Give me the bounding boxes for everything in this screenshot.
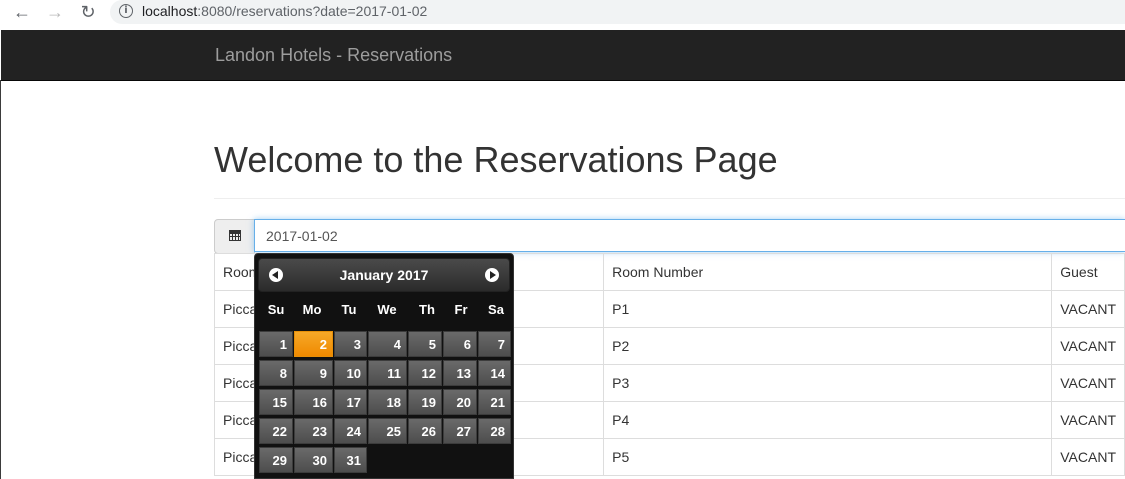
date-input[interactable] (254, 219, 1125, 252)
window-edge (0, 80, 1, 479)
datepicker-day[interactable]: 24 (334, 418, 367, 444)
guest-cell: VACANT (1051, 438, 1125, 476)
info-icon[interactable]: i (119, 4, 133, 18)
datepicker-day[interactable]: 7 (478, 331, 511, 357)
address-bar[interactable]: i localhost:8080/reservations?date=2017-… (110, 0, 1125, 24)
room-number-cell: P5 (603, 438, 1053, 476)
datepicker-day[interactable]: 6 (443, 331, 477, 357)
browser-toolbar: ← → ↻ i localhost:8080/reservations?date… (0, 0, 1125, 30)
datepicker-day[interactable]: 22 (259, 418, 293, 444)
url-path: :8080/reservations?date=2017-01-02 (197, 3, 428, 19)
datepicker-day[interactable]: 11 (368, 360, 407, 386)
datepicker-day[interactable]: 25 (368, 418, 407, 444)
datepicker-day[interactable]: 17 (334, 389, 367, 415)
column-header-guest: Guest (1051, 253, 1125, 291)
datepicker-day[interactable]: 20 (443, 389, 477, 415)
datepicker-day[interactable]: 5 (408, 331, 442, 357)
room-number-cell: P1 (603, 290, 1053, 328)
column-header-room-number: Room Number (603, 253, 1053, 291)
datepicker-day[interactable]: 10 (334, 360, 367, 386)
datepicker-day[interactable]: 31 (334, 447, 367, 473)
room-number-cell: P2 (603, 327, 1053, 365)
url-host: localhost (142, 3, 198, 19)
datepicker-day[interactable]: 13 (443, 360, 477, 386)
datepicker-day[interactable]: 3 (334, 331, 367, 357)
datepicker-day[interactable]: 16 (294, 389, 333, 415)
guest-cell: VACANT (1051, 364, 1125, 402)
datepicker-day-selected[interactable]: 2 (294, 331, 333, 357)
datepicker-day[interactable]: 9 (294, 360, 333, 386)
datepicker-day[interactable]: 8 (259, 360, 293, 386)
page-title: Welcome to the Reservations Page (214, 139, 778, 180)
datepicker-day[interactable]: 28 (478, 418, 511, 444)
navbar-brand[interactable]: Landon Hotels - Reservations (215, 45, 452, 66)
calendar-addon[interactable] (214, 219, 255, 254)
datepicker-day[interactable]: 29 (259, 447, 293, 473)
datepicker-day[interactable]: 23 (294, 418, 333, 444)
back-arrow-icon[interactable]: ← (10, 0, 34, 24)
datepicker-day[interactable]: 30 (294, 447, 333, 473)
datepicker-day[interactable]: 21 (478, 389, 511, 415)
datepicker-day[interactable]: 18 (368, 389, 407, 415)
forward-arrow-icon[interactable]: → (43, 0, 67, 24)
datepicker-day[interactable]: 4 (368, 331, 407, 357)
room-number-cell: P3 (603, 364, 1053, 402)
datepicker-day[interactable]: 14 (478, 360, 511, 386)
reload-icon[interactable]: ↻ (76, 0, 100, 24)
datepicker-day[interactable]: 12 (408, 360, 442, 386)
navbar: Landon Hotels - Reservations (1, 30, 1125, 81)
guest-cell: VACANT (1051, 401, 1125, 439)
calendar-icon[interactable] (228, 230, 241, 241)
datepicker-day[interactable]: 15 (259, 389, 293, 415)
datepicker-day[interactable]: 26 (408, 418, 442, 444)
room-number-cell: P4 (603, 401, 1053, 439)
guest-cell: VACANT (1051, 327, 1125, 365)
datepicker-day[interactable]: 1 (259, 331, 293, 357)
url-text[interactable]: localhost:8080/reservations?date=2017-01… (142, 3, 427, 19)
datepicker-days-grid: 1 2 3 4 5 6 7 8 9 10 11 12 13 14 15 16 17 18 19 20 21 22 23 24 2… (255, 254, 513, 478)
datepicker-day[interactable]: 19 (408, 389, 442, 415)
datepicker-day[interactable]: 27 (443, 418, 477, 444)
header-divider (214, 198, 1125, 199)
guest-cell: VACANT (1051, 290, 1125, 328)
datepicker-popup: January 2017 Su Mo Tu We Th Fr Sa 123456… (254, 253, 514, 479)
